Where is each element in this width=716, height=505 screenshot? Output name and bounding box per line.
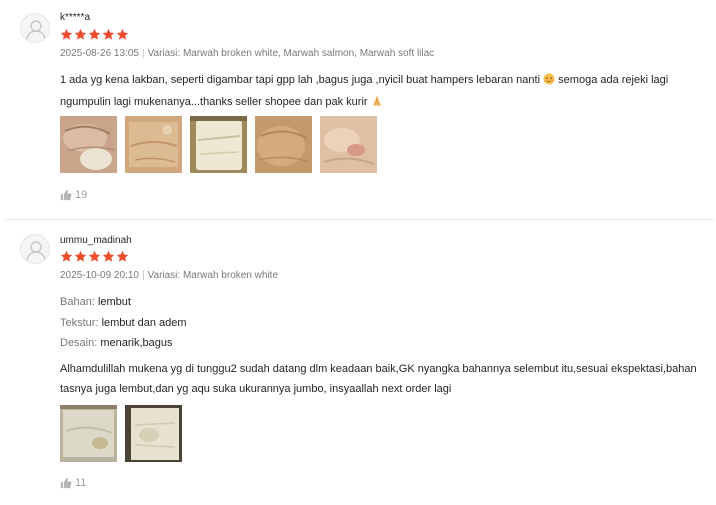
meta-separator: | [141, 270, 145, 281]
star-filled-icon [88, 250, 101, 262]
attribute-value: menarik,bagus [100, 337, 173, 349]
attribute-value: lembut [97, 296, 131, 308]
like-button[interactable]: 11 [60, 477, 86, 489]
review-item: ummu_madinah 2025-10-09 20:10 | Variasi: M… [5, 220, 714, 505]
review-text-part1: 1 ada yg kena lakban, seperti digambar t… [60, 74, 541, 86]
default-user-icon [26, 20, 46, 40]
star-filled-icon [116, 250, 129, 262]
review-text: Alhamdulillah mukena yg di tunggu2 sudah… [60, 363, 697, 395]
star-filled-icon [74, 28, 87, 40]
review-username[interactable]: ummu_madinah [60, 235, 132, 246]
review-date: 2025-08-26 13:05 [60, 48, 139, 59]
star-filled-icon [60, 250, 73, 262]
star-filled-icon [102, 250, 115, 262]
review-media [60, 405, 182, 462]
rating-stars [60, 250, 129, 264]
folded-hands-icon [371, 94, 383, 114]
review-variant: Variasi: Marwah broken white [147, 270, 279, 281]
review-item: k*****a 2025-08-26 13:05 | Variasi: Marwah… [5, 0, 714, 220]
review-photo[interactable] [60, 116, 117, 173]
thumbs-up-icon [60, 478, 72, 489]
review-media [60, 116, 377, 173]
review-photo[interactable] [190, 116, 247, 173]
attribute-value: lembut dan adem [101, 317, 187, 329]
review-variant: Variasi: Marwah broken white, Marwah sal… [147, 48, 435, 59]
review-meta: 2025-10-09 20:10 | Variasi: Marwah broken … [60, 270, 278, 281]
thumbs-up-icon [60, 190, 72, 201]
review-photo[interactable] [60, 405, 117, 462]
review-text: 1 ada yg kena lakban, seperti digambar t… [60, 70, 708, 114]
attribute-tekstur: Tekstur: lembut dan adem [60, 317, 187, 329]
like-button[interactable]: 19 [60, 189, 87, 201]
review-photo[interactable] [125, 116, 182, 173]
star-filled-icon [88, 28, 101, 40]
star-filled-icon [116, 28, 129, 40]
review-meta: 2025-08-26 13:05 | Variasi: Marwah broken … [60, 48, 434, 59]
review-photo[interactable] [320, 116, 377, 173]
default-user-icon [26, 241, 46, 261]
meta-separator: | [141, 48, 145, 59]
blushing-face-icon [543, 72, 555, 92]
review-username[interactable]: k*****a [60, 12, 90, 23]
attribute-desain: Desain: menarik,bagus [60, 337, 173, 349]
review-photo[interactable] [255, 116, 312, 173]
attribute-key: Tekstur: [60, 317, 99, 329]
avatar[interactable] [20, 13, 50, 43]
like-count: 11 [75, 477, 87, 489]
attribute-key: Bahan: [60, 296, 95, 308]
star-filled-icon [60, 28, 73, 40]
review-photo[interactable] [125, 405, 182, 462]
attribute-bahan: Bahan: lembut [60, 296, 131, 308]
star-filled-icon [102, 28, 115, 40]
avatar[interactable] [20, 234, 50, 264]
attribute-key: Desain: [60, 337, 98, 349]
like-count: 19 [75, 189, 88, 201]
star-filled-icon [74, 250, 87, 262]
review-date: 2025-10-09 20:10 [60, 270, 139, 281]
rating-stars [60, 28, 129, 42]
